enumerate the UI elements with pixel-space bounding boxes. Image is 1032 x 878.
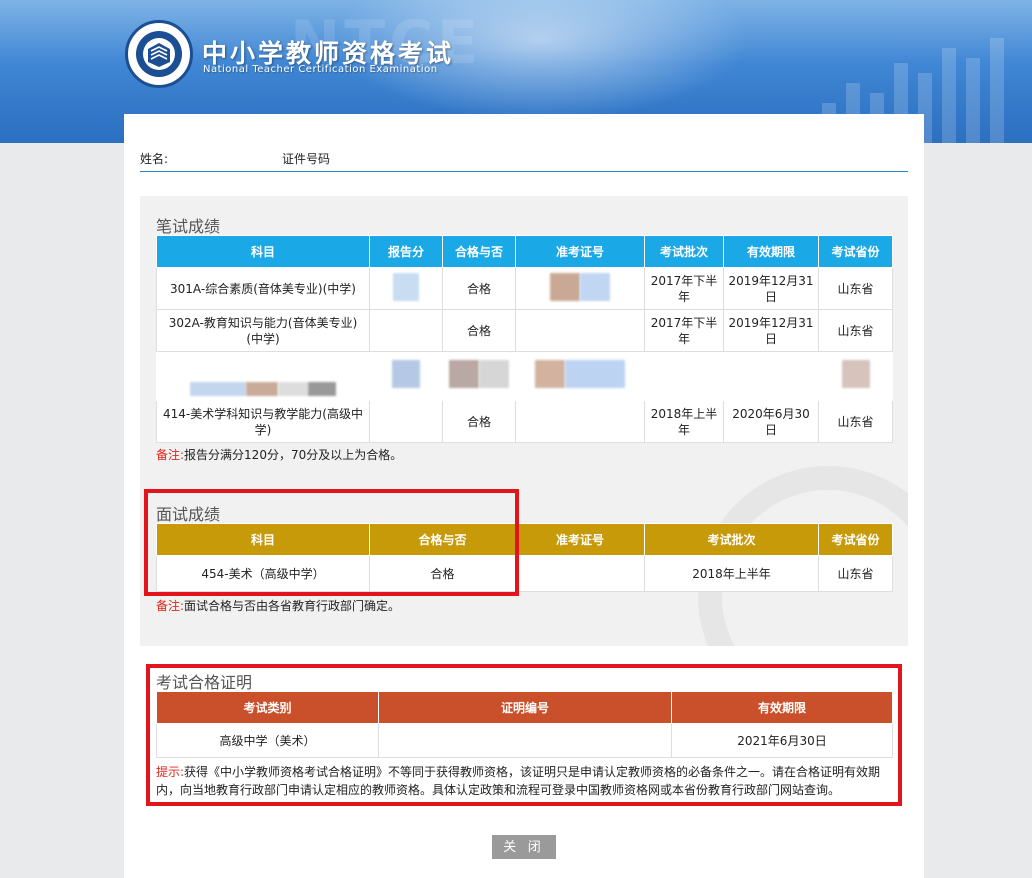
cell-batch: 2018年上半年: [644, 555, 819, 592]
interview-highlight-box: [144, 489, 519, 596]
cell-score: [369, 351, 443, 401]
note-label: 备注:: [156, 599, 185, 613]
id-number-label: 证件号码: [282, 152, 331, 166]
cell-batch: 2017年下半年: [644, 267, 724, 310]
table-row: 301A-综合素质(音体美专业)(中学) 合格 2017年下半年 2019年12…: [156, 267, 893, 310]
note-label: 备注:: [156, 448, 185, 462]
cell-subject: 302A-教育知识与能力(音体美专业)(中学): [156, 309, 370, 352]
note-text: 报告分满分120分，70分及以上为合格。: [184, 448, 403, 462]
user-info-line: 姓名: 证件号码: [140, 148, 908, 172]
cell-score: [369, 267, 443, 310]
interview-note: 备注:面试合格与否由各省教育行政部门确定。: [156, 597, 400, 614]
written-scores-title: 笔试成绩: [156, 217, 221, 236]
cell-subject: [156, 351, 370, 401]
cell-ticket: [515, 351, 645, 401]
written-header-row: 科目 报告分 合格与否 准考证号 考试批次 有效期限 考试省份: [156, 235, 893, 268]
cell-ticket: [515, 400, 645, 443]
cell-score: [369, 309, 443, 352]
written-scores-table: 科目 报告分 合格与否 准考证号 考试批次 有效期限 考试省份 301A-综合素…: [156, 235, 893, 443]
col-province: 考试省份: [818, 235, 893, 268]
cell-valid: 2019年12月31日: [723, 309, 819, 352]
cell-valid: 2020年6月30日: [723, 400, 819, 443]
note-text: 面试合格与否由各省教育行政部门确定。: [184, 599, 401, 613]
cell-ticket: [515, 309, 645, 352]
col-pass: 合格与否: [442, 235, 516, 268]
col-batch: 考试批次: [644, 235, 724, 268]
cell-province: 山东省: [818, 267, 893, 310]
cell-score: [369, 400, 443, 443]
cell-pass: 合格: [442, 309, 516, 352]
site-subtitle: National Teacher Certification Examinati…: [203, 64, 438, 75]
cell-province: 山东省: [818, 555, 893, 592]
cell-subject: 301A-综合素质(音体美专业)(中学): [156, 267, 370, 310]
close-button[interactable]: 关 闭: [492, 835, 556, 859]
cell-province: 山东省: [818, 309, 893, 352]
written-note: 备注:报告分满分120分，70分及以上为合格。: [156, 446, 402, 463]
cell-ticket: [515, 555, 645, 592]
col-batch: 考试批次: [644, 523, 819, 556]
table-row: 414-美术学科知识与教学能力(高级中学) 合格 2018年上半年 2020年6…: [156, 400, 893, 443]
cell-province: [818, 351, 893, 401]
col-score: 报告分: [369, 235, 443, 268]
table-row: 302A-教育知识与能力(音体美专业)(中学) 合格 2017年下半年 2019…: [156, 309, 893, 352]
col-subject: 科目: [156, 235, 370, 268]
cell-ticket: [515, 267, 645, 310]
table-row-redacted: [156, 351, 893, 401]
col-ticket: 准考证号: [515, 235, 645, 268]
cell-batch: 2018年上半年: [644, 400, 724, 443]
cell-pass: 合格: [442, 400, 516, 443]
cell-subject: 414-美术学科知识与教学能力(高级中学): [156, 400, 370, 443]
col-ticket: 准考证号: [515, 523, 645, 556]
cell-batch: 2017年下半年: [644, 309, 724, 352]
cell-province: 山东省: [818, 400, 893, 443]
cell-valid: 2019年12月31日: [723, 267, 819, 310]
cell-pass: 合格: [442, 267, 516, 310]
name-label: 姓名:: [140, 152, 169, 166]
cell-pass: [442, 351, 516, 401]
cell-valid: [723, 351, 819, 401]
teacher-exam-emblem-icon: [125, 20, 193, 88]
certificate-highlight-box: [146, 664, 902, 806]
cell-batch: [644, 351, 724, 401]
col-province: 考试省份: [818, 523, 893, 556]
col-valid: 有效期限: [723, 235, 819, 268]
